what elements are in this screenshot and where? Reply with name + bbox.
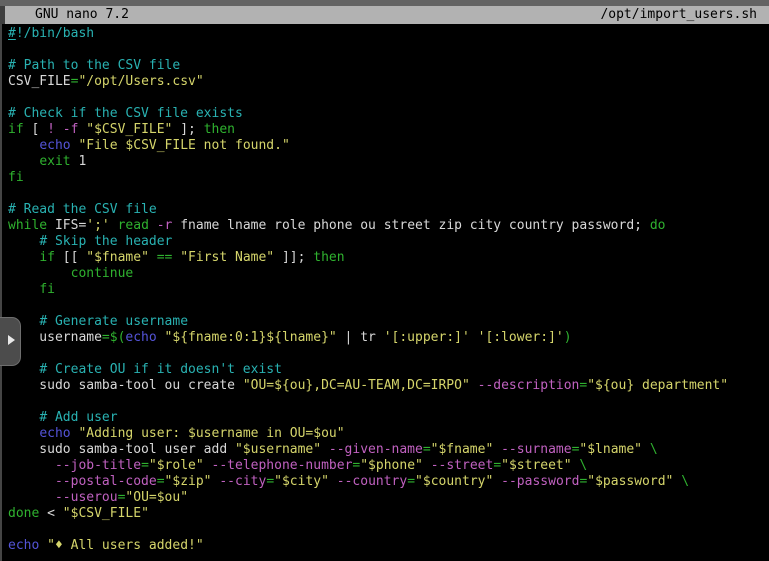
code-line: # Add user bbox=[8, 410, 769, 426]
code-line: exit 1 bbox=[8, 154, 769, 170]
code-line: # Read the CSV file bbox=[8, 202, 769, 218]
code-line bbox=[8, 522, 769, 538]
code-line: echo "Adding user: $username in OU=$ou" bbox=[8, 426, 769, 442]
code-line: CSV_FILE="/opt/Users.csv" bbox=[8, 74, 769, 90]
code-line: echo "♦ All users added!" bbox=[8, 538, 769, 554]
code-line: done < "$CSV_FILE" bbox=[8, 506, 769, 522]
code-line: echo "File $CSV_FILE not found." bbox=[8, 138, 769, 154]
editor-area[interactable]: #!/bin/bash # Path to the CSV fileCSV_FI… bbox=[0, 24, 769, 561]
code-line: sudo samba-tool ou create "OU=${ou},DC=A… bbox=[8, 378, 769, 394]
expand-right-icon bbox=[8, 335, 15, 345]
code-line: # Create OU if it doesn't exist bbox=[8, 362, 769, 378]
code-line: # Generate username bbox=[8, 314, 769, 330]
code-line bbox=[8, 186, 769, 202]
code-line: if [[ "$fname" == "First Name" ]]; then bbox=[8, 250, 769, 266]
titlebar-row: GNU nano 7.2 /opt/import_users.sh bbox=[0, 6, 769, 24]
code-line: continue bbox=[8, 266, 769, 282]
sidebar-toggle-handle[interactable] bbox=[0, 317, 21, 366]
code-line bbox=[8, 90, 769, 106]
code-line: #!/bin/bash bbox=[8, 26, 769, 42]
code-line: fi bbox=[8, 282, 769, 298]
code-line: while IFS=';' read -r fname lname role p… bbox=[8, 218, 769, 234]
code-line: # Path to the CSV file bbox=[8, 58, 769, 74]
code-line bbox=[8, 394, 769, 410]
code-line: # Skip the header bbox=[8, 234, 769, 250]
code-line: sudo samba-tool user add "$username" --g… bbox=[8, 442, 769, 458]
code-line: fi bbox=[8, 170, 769, 186]
code-line: --postal-code="$zip" --city="$city" --co… bbox=[8, 474, 769, 490]
app-title: GNU nano 7.2 bbox=[5, 6, 129, 24]
code-line: if [ ! -f "$CSV_FILE" ]; then bbox=[8, 122, 769, 138]
code-line: username=$(echo "${fname:0:1}${lname}" |… bbox=[8, 330, 769, 346]
file-path: /opt/import_users.sh bbox=[600, 6, 769, 24]
nano-titlebar: GNU nano 7.2 /opt/import_users.sh bbox=[5, 6, 769, 24]
code-line: # Check if the CSV file exists bbox=[8, 106, 769, 122]
code-line bbox=[8, 42, 769, 58]
code-line bbox=[8, 346, 769, 362]
code-line: --job-title="$role" --telephone-number="… bbox=[8, 458, 769, 474]
code-line: --userou="OU=$ou" bbox=[8, 490, 769, 506]
code-line bbox=[8, 298, 769, 314]
